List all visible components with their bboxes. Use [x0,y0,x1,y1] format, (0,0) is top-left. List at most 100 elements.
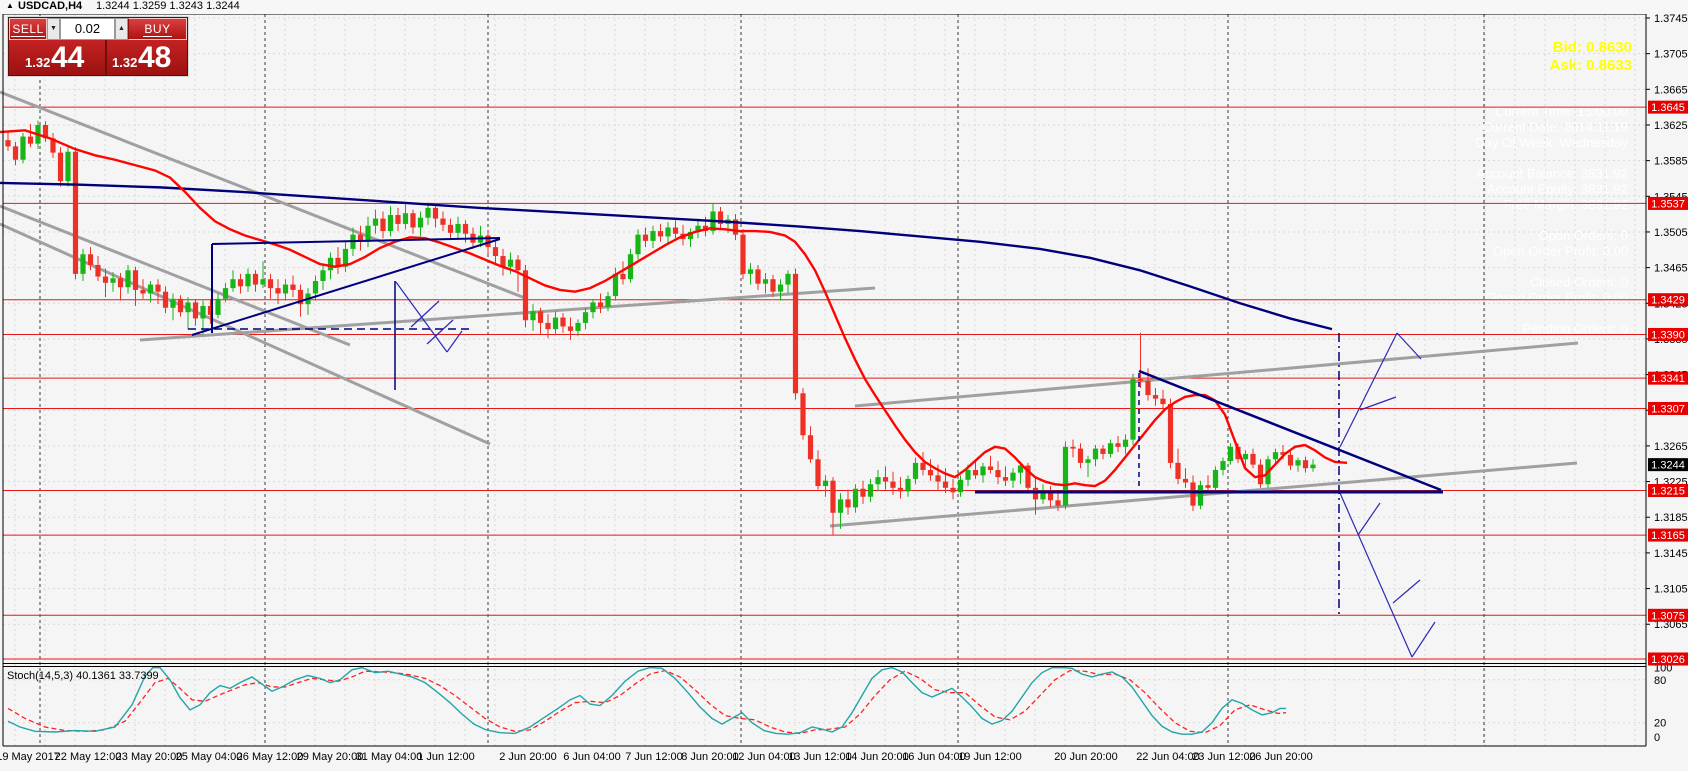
candle-body [597,302,604,307]
candle-body [462,223,469,234]
date-label[interactable]: 22 Jun 04:00 [1136,751,1200,763]
candle-body [777,284,784,292]
candle-body [80,254,86,274]
stoch-scale-label: 0 [1654,732,1660,744]
date-label[interactable]: 8 Jun 20:00 [681,751,739,763]
candle-body [290,284,296,290]
svg-text:1.3665: 1.3665 [1654,84,1688,96]
date-label[interactable]: 2 Jun 20:00 [499,751,557,763]
candle-body [327,257,334,271]
svg-text:1.3265: 1.3265 [1654,441,1688,453]
collapse-triangle-icon[interactable]: ▲ [6,1,14,10]
candle-body [1190,482,1196,506]
candle-body [837,499,844,513]
candle-body [605,296,611,307]
svg-text:1.3645: 1.3645 [1651,102,1685,114]
date-label[interactable]: 6 Jun 04:00 [563,751,621,763]
chart-canvas: 1.37451.37051.36651.36251.35851.35451.35… [0,0,1688,771]
candle-body [312,280,319,294]
date-label[interactable]: 31 May 04:00 [356,751,423,763]
date-label[interactable]: 1 Jun 12:00 [417,751,475,763]
chart-symbol-period: USDCAD,H4 [18,0,83,12]
candle-body [185,302,191,313]
svg-text:1.3165: 1.3165 [1651,530,1685,542]
candle-body [432,207,439,219]
sell-button[interactable]: SELL [9,18,47,40]
candle-body [1077,448,1084,463]
candle-body [515,259,521,271]
candle-body [102,276,109,283]
date-label[interactable]: 20 Jun 20:00 [1054,751,1118,763]
candle-body [147,284,154,294]
svg-text:1.3185: 1.3185 [1654,512,1688,524]
candle-body [665,227,671,237]
date-label[interactable]: 16 Jun 04:00 [902,751,966,763]
watermark-line: Account Equity: 3831.92 [1487,182,1628,197]
candle-body [372,218,379,226]
candle-body [1250,453,1256,465]
candle-body [957,479,964,493]
date-label[interactable]: 25 May 04:00 [176,751,243,763]
chart-ohlc-values: 1.3244 1.3259 1.3243 1.3244 [96,0,240,12]
svg-text:1.3745: 1.3745 [1654,13,1688,25]
candle-body [882,477,889,482]
candle-body [530,311,536,321]
candle-body [402,213,409,224]
date-label[interactable]: 22 May 12:00 [55,751,122,763]
candle-body [965,469,971,480]
date-label[interactable]: 26 Jun 20:00 [1249,751,1313,763]
candle-body [455,223,461,233]
date-label[interactable]: 14 Jun 20:00 [845,751,909,763]
volume-decrease-button[interactable]: ▼ [47,18,60,40]
candle-body [845,499,851,508]
svg-text:1.3307: 1.3307 [1651,403,1685,415]
candle-body [65,151,71,182]
date-label[interactable]: 29 May 20:00 [297,751,364,763]
candle-body [1227,446,1234,462]
buy-price-display[interactable]: 1.32 48 [107,40,187,75]
candle-body [57,152,64,182]
buy-button[interactable]: BUY [128,18,187,40]
candle-body [410,213,416,228]
date-label[interactable]: 12 Jun 04:00 [732,751,796,763]
candle-body [935,475,941,482]
candle-body [867,484,874,497]
candle-body [5,140,11,147]
buy-button-label: BUY [143,22,172,37]
candle-body [1152,395,1159,399]
date-label[interactable]: 13 Jun 12:00 [788,751,852,763]
candle-body [1242,453,1249,460]
candle-body [1122,439,1129,447]
candle-body [1205,485,1211,488]
volume-increase-button[interactable]: ▲ [115,18,128,40]
date-label[interactable]: 26 May 12:00 [237,751,304,763]
date-label[interactable]: 19 Jun 12:00 [958,751,1022,763]
watermark-line: Free Margin: 3831.92 [1504,197,1628,212]
candle-body [170,298,176,308]
candle-body [252,273,259,285]
candle-body [162,291,169,308]
candle-body [552,317,559,330]
candle-body [785,273,791,285]
date-label[interactable]: 19 May 2017 [0,751,60,763]
date-label[interactable]: 23 Jun 12:00 [1192,751,1256,763]
candle-body [575,322,581,331]
date-label[interactable]: 23 May 20:00 [116,751,183,763]
buy-price-small: 1.32 [112,55,138,70]
candle-body [1085,459,1091,463]
candle-body [852,488,859,508]
candle-body [267,279,274,289]
date-label[interactable]: 7 Jun 12:00 [625,751,683,763]
candle-body [1310,464,1316,469]
volume-input[interactable]: 0.02 [60,18,115,40]
svg-text:1.3075: 1.3075 [1651,610,1685,622]
candle-body [822,480,829,487]
sell-price-display[interactable]: 1.32 44 [9,40,107,75]
candle-body [1295,460,1301,466]
candle-body [1032,487,1039,500]
candle-body [927,469,934,476]
svg-text:1.3537: 1.3537 [1651,198,1685,210]
sell-button-label: SELL [11,22,45,37]
stoch-scale-label: 80 [1654,675,1666,687]
watermark-line: Day Of Week: Wednesday [1475,135,1628,150]
